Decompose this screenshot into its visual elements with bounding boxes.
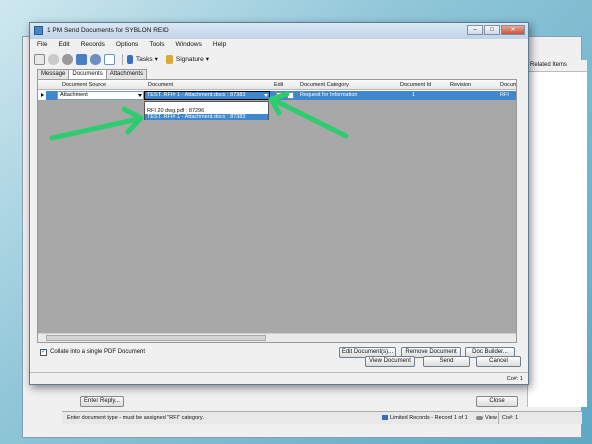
dropdown-item-attachment[interactable]: TEST. RFI# 1 - Attachment.docx : 87383	[145, 114, 268, 120]
send-button[interactable]: Send	[423, 356, 470, 367]
related-items-panel	[527, 72, 587, 407]
menu-help[interactable]: Help	[213, 39, 226, 51]
edit-checkbox[interactable]	[276, 92, 283, 99]
related-items-header: Related Items	[527, 60, 587, 72]
tab-strip: Message Documents Attachments	[37, 69, 148, 80]
enter-reply-button[interactable]: Enter Reply...	[80, 396, 124, 407]
chevron-down-icon	[264, 94, 268, 97]
menu-records[interactable]: Records	[81, 39, 105, 51]
header-extra[interactable]: Docum	[500, 80, 516, 90]
menu-file[interactable]: File	[37, 39, 47, 51]
attach-icon[interactable]	[90, 53, 101, 65]
minimize-button[interactable]: –	[467, 25, 483, 35]
status-message: Enter document type - must be assigned "…	[67, 415, 204, 421]
grid-header: Document Source Document Edit Document C…	[38, 80, 516, 90]
toolbar: Tasks ▾ Signature ▾	[30, 51, 528, 67]
document-icon[interactable]	[104, 53, 115, 65]
send-documents-dialog: 1 PM Send Documents for SYBLON REID – □ …	[29, 22, 529, 385]
maximize-button[interactable]: □	[484, 25, 500, 35]
document-dropdown-list: RFI 20 dwg.pdf : 87296 TEST. RFI# 1 - At…	[144, 101, 269, 120]
tasks-button[interactable]: Tasks ▾	[127, 54, 158, 64]
tasks-icon	[127, 54, 133, 64]
category-cell: Request for Information	[300, 92, 358, 98]
scrollbar-thumb[interactable]	[46, 335, 266, 341]
cancel-button[interactable]: Cancel	[476, 356, 521, 367]
link-icon[interactable]	[48, 53, 59, 65]
signature-button[interactable]: Signature ▾	[165, 54, 209, 64]
new-document-icon[interactable]	[34, 53, 45, 65]
collate-label: Collate into a single PDF Document	[50, 349, 146, 355]
horizontal-scrollbar[interactable]	[38, 333, 516, 342]
save-icon[interactable]	[76, 53, 87, 65]
app-icon	[34, 26, 43, 35]
document-select[interactable]: TEST. RFI# 1 - Attachment.docx : 87383	[144, 91, 270, 100]
collate-checkbox[interactable]	[40, 348, 47, 356]
company-indicator: Co#: 1	[498, 412, 518, 424]
doc-id-cell: 1	[412, 92, 416, 98]
signature-icon	[165, 54, 173, 64]
eye-icon	[476, 415, 483, 420]
chevron-down-icon	[138, 94, 142, 97]
header-source[interactable]: Document Source	[62, 80, 106, 90]
tab-message[interactable]: Message	[37, 69, 70, 79]
header-doc-id[interactable]: Document Id	[400, 80, 431, 90]
view-indicator: View	[476, 412, 497, 424]
document-source-select[interactable]: Attachment	[57, 91, 144, 100]
window-close-button[interactable]: ✕	[501, 25, 525, 35]
close-button[interactable]: Close	[476, 396, 518, 407]
menu-tools[interactable]: Tools	[149, 39, 164, 51]
dialog-status-bar: Co#: 1	[30, 372, 528, 385]
tab-attachments[interactable]: Attachments	[105, 69, 148, 79]
row-selector-icon	[38, 91, 46, 100]
table-row[interactable]: Attachment TEST. RFI# 1 - Attachment.doc…	[38, 91, 516, 100]
dialog-title: 1 PM Send Documents for SYBLON REID	[47, 27, 169, 34]
extra-cell: RFI	[500, 92, 509, 98]
view-document-button[interactable]: View Document	[365, 356, 415, 367]
menu-windows[interactable]: Windows	[176, 39, 202, 51]
status-bar: Enter document type - must be assigned "…	[62, 411, 582, 424]
header-revision[interactable]: Revision	[450, 80, 471, 90]
menu-bar: File Edit Records Options Tools Windows …	[30, 39, 528, 51]
database-icon[interactable]	[62, 53, 73, 65]
limited-records: Limited Records - Record 1 of 1	[382, 412, 468, 424]
lock-icon	[382, 415, 388, 421]
header-edit[interactable]: Edit	[274, 80, 283, 90]
dialog-titlebar: 1 PM Send Documents for SYBLON REID – □ …	[30, 23, 528, 39]
grid-empty-area	[38, 100, 516, 333]
edit-checkbox-2[interactable]	[287, 92, 294, 99]
documents-panel: Document Source Document Edit Document C…	[37, 79, 517, 343]
toolbar-separator	[122, 53, 123, 65]
menu-edit[interactable]: Edit	[58, 39, 69, 51]
dialog-company-indicator: Co#: 1	[506, 376, 523, 382]
menu-options[interactable]: Options	[116, 39, 138, 51]
header-category[interactable]: Document Category	[300, 80, 349, 90]
header-document[interactable]: Document	[148, 80, 173, 90]
